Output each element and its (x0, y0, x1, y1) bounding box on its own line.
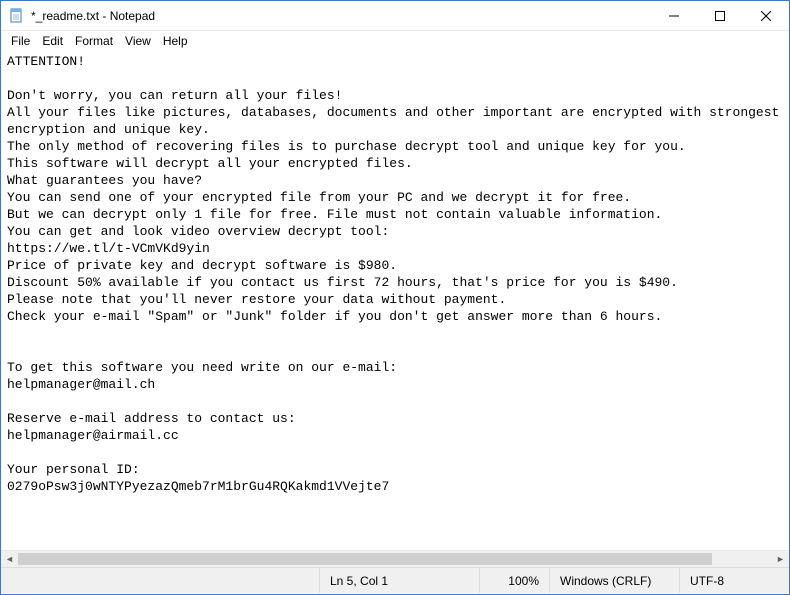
scroll-left-arrow-icon[interactable]: ◄ (1, 551, 18, 567)
menu-view[interactable]: View (119, 33, 157, 49)
scroll-right-arrow-icon[interactable]: ► (772, 551, 789, 567)
menu-help[interactable]: Help (157, 33, 194, 49)
menu-edit[interactable]: Edit (36, 33, 69, 49)
maximize-button[interactable] (697, 1, 743, 30)
window-controls (651, 1, 789, 30)
menu-format[interactable]: Format (69, 33, 119, 49)
text-area[interactable]: ATTENTION! Don't worry, you can return a… (1, 51, 789, 550)
window-title: *_readme.txt - Notepad (31, 9, 651, 23)
status-zoom: 100% (479, 568, 549, 593)
status-bar: Ln 5, Col 1 100% Windows (CRLF) UTF-8 (1, 567, 789, 593)
menu-file[interactable]: File (5, 33, 36, 49)
horizontal-scrollbar[interactable]: ◄ ► (1, 550, 789, 567)
menu-bar: File Edit Format View Help (1, 31, 789, 51)
scrollbar-track[interactable] (18, 551, 772, 567)
status-encoding: UTF-8 (679, 568, 789, 593)
title-bar[interactable]: *_readme.txt - Notepad (1, 1, 789, 31)
status-line-ending: Windows (CRLF) (549, 568, 679, 593)
notepad-app-icon (9, 8, 25, 24)
minimize-button[interactable] (651, 1, 697, 30)
status-line-col: Ln 5, Col 1 (319, 568, 479, 593)
close-button[interactable] (743, 1, 789, 30)
scrollbar-thumb[interactable] (18, 553, 712, 565)
status-spacer (1, 568, 319, 593)
